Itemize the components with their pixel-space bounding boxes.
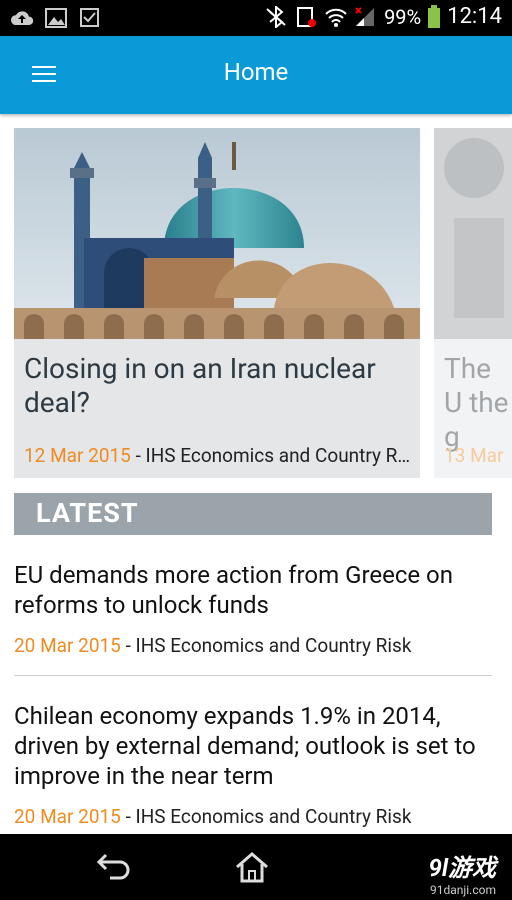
signal-icon bbox=[355, 6, 375, 26]
featured-card[interactable]: Closing in on an Iran nuclear deal? 12 M… bbox=[14, 128, 420, 478]
list-item[interactable]: EU demands more action from Greece on re… bbox=[14, 560, 492, 657]
status-bar: 99% 12:14 bbox=[0, 0, 512, 36]
card-meta: 13 Mar bbox=[444, 444, 512, 467]
article-title[interactable]: Chilean economy expands 1.9% in 2014, dr… bbox=[14, 701, 492, 791]
divider bbox=[14, 675, 492, 676]
system-icons: 99% 12:14 bbox=[264, 4, 502, 29]
clock: 12:14 bbox=[447, 4, 502, 29]
wifi-icon bbox=[325, 8, 347, 27]
checkbox-icon bbox=[80, 8, 99, 27]
latest-section-header: LATEST bbox=[14, 493, 492, 535]
battery-percent: 99% bbox=[384, 4, 422, 29]
image-icon bbox=[45, 8, 67, 28]
watermark-text: 9l游戏 bbox=[428, 854, 496, 882]
card-date: 13 Mar bbox=[444, 444, 504, 467]
card-meta: 12 Mar 2015 - IHS Economics and Country … bbox=[24, 444, 414, 467]
article-source: - IHS Economics and Country Risk bbox=[120, 634, 412, 657]
article-source: - IHS Economics and Country Risk bbox=[120, 805, 412, 828]
article-date: 20 Mar 2015 bbox=[14, 805, 121, 828]
home-icon[interactable] bbox=[232, 850, 272, 884]
card-source: - IHS Economics and Country Risk bbox=[130, 444, 414, 467]
article-date: 20 Mar 2015 bbox=[14, 634, 121, 657]
watermark-logo: 9l游戏 91danji.com bbox=[428, 848, 496, 897]
article-meta: 20 Mar 2015 - IHS Economics and Country … bbox=[14, 634, 492, 657]
back-icon[interactable] bbox=[94, 850, 134, 884]
featured-card-next[interactable]: The U the g 13 Mar bbox=[434, 128, 512, 478]
navigation-bar: 9l游戏 91danji.com bbox=[0, 834, 512, 900]
latest-label: LATEST bbox=[36, 497, 139, 529]
cloud-upload-icon bbox=[10, 11, 34, 25]
article-meta: 20 Mar 2015 - IHS Economics and Country … bbox=[14, 805, 492, 828]
app-bar: Home bbox=[0, 36, 512, 114]
card-headline[interactable]: The U the g bbox=[444, 352, 512, 454]
battery-icon bbox=[428, 4, 441, 28]
page-title: Home bbox=[223, 58, 289, 86]
bluetooth-off-icon bbox=[266, 5, 286, 28]
card-date: 12 Mar 2015 bbox=[24, 444, 131, 467]
list-item[interactable]: Chilean economy expands 1.9% in 2014, dr… bbox=[14, 701, 492, 828]
engine-photo bbox=[434, 128, 512, 339]
article-title[interactable]: EU demands more action from Greece on re… bbox=[14, 560, 492, 620]
mosque-photo bbox=[14, 128, 420, 339]
watermark-url: 91danji.com bbox=[429, 883, 496, 897]
card-headline[interactable]: Closing in on an Iran nuclear deal? bbox=[24, 352, 414, 420]
featured-carousel[interactable]: Closing in on an Iran nuclear deal? 12 M… bbox=[0, 128, 512, 480]
notification-icons bbox=[10, 7, 102, 29]
nfc-icon bbox=[297, 6, 317, 27]
